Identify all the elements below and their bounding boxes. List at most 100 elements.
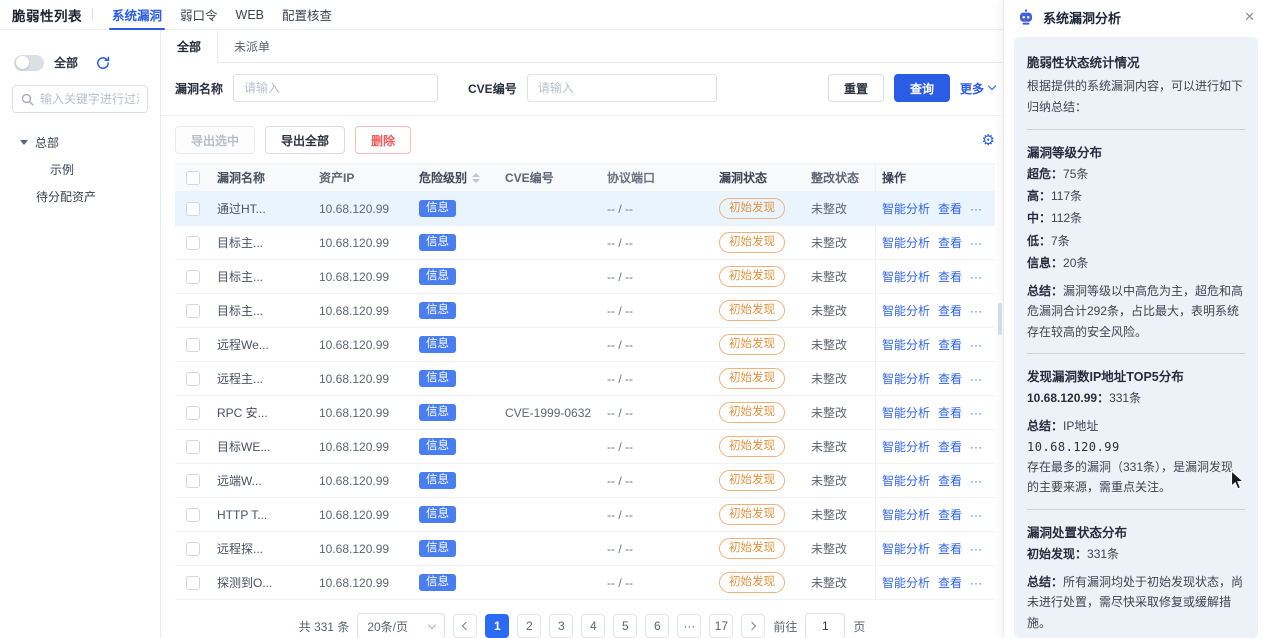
query-button[interactable]: 查询 — [894, 74, 950, 102]
table-row[interactable]: 远端W...10.68.120.99信息-- / --初始发现未整改智能分析查看… — [175, 464, 995, 498]
export-selected-button[interactable]: 导出选中 — [175, 126, 255, 154]
more-filters-link[interactable]: 更多 — [960, 80, 995, 97]
smart-analysis-link[interactable]: 智能分析 — [882, 302, 930, 319]
table-row[interactable]: 探测到O...10.68.120.99信息-- / --初始发现未整改智能分析查… — [175, 566, 995, 600]
page-size-select[interactable]: 20条/页 — [357, 613, 445, 638]
table-row[interactable]: 目标WE...10.68.120.99信息-- / --初始发现未整改智能分析查… — [175, 430, 995, 464]
scrollbar-thumb[interactable] — [998, 303, 1002, 335]
row-checkbox[interactable] — [186, 236, 200, 250]
view-link[interactable]: 查看 — [938, 200, 962, 217]
more-actions-icon[interactable]: ··· — [970, 202, 982, 216]
prev-page-button[interactable] — [453, 614, 477, 638]
row-checkbox[interactable] — [186, 542, 200, 556]
goto-page-input[interactable] — [805, 613, 845, 638]
table-row[interactable]: 通过HT...10.68.120.99信息-- / --初始发现未整改智能分析查… — [175, 192, 995, 226]
view-link[interactable]: 查看 — [938, 302, 962, 319]
more-actions-icon[interactable]: ··· — [970, 236, 982, 250]
row-checkbox[interactable] — [186, 372, 200, 386]
page-button-3[interactable]: 3 — [549, 614, 573, 638]
view-link[interactable]: 查看 — [938, 268, 962, 285]
page-button-17[interactable]: 17 — [709, 614, 733, 638]
nav-tab-弱口令[interactable]: 弱口令 — [171, 0, 227, 29]
tab-未派单[interactable]: 未派单 — [218, 30, 286, 62]
row-checkbox[interactable] — [186, 270, 200, 284]
smart-analysis-link[interactable]: 智能分析 — [882, 506, 930, 523]
row-checkbox[interactable] — [186, 338, 200, 352]
smart-analysis-link[interactable]: 智能分析 — [882, 234, 930, 251]
vuln-name-input[interactable] — [233, 74, 438, 102]
smart-analysis-link[interactable]: 智能分析 — [882, 540, 930, 557]
more-actions-icon[interactable]: ··· — [970, 508, 982, 522]
view-link[interactable]: 查看 — [938, 574, 962, 591]
tree-item-总部[interactable]: 总部 — [12, 129, 148, 156]
view-link[interactable]: 查看 — [938, 370, 962, 387]
more-actions-icon[interactable]: ··· — [970, 440, 982, 454]
severity-badge: 信息 — [419, 200, 456, 217]
delete-button[interactable]: 删除 — [355, 126, 411, 154]
row-checkbox[interactable] — [186, 406, 200, 420]
smart-analysis-link[interactable]: 智能分析 — [882, 472, 930, 489]
row-checkbox[interactable] — [186, 440, 200, 454]
nav-tab-配置核查[interactable]: 配置核查 — [273, 0, 341, 29]
smart-analysis-link[interactable]: 智能分析 — [882, 370, 930, 387]
row-checkbox[interactable] — [186, 202, 200, 216]
table-row[interactable]: 远程主...10.68.120.99信息-- / --初始发现未整改智能分析查看… — [175, 362, 995, 396]
smart-analysis-link[interactable]: 智能分析 — [882, 404, 930, 421]
table-row[interactable]: 目标主...10.68.120.99信息-- / --初始发现未整改智能分析查看… — [175, 294, 995, 328]
page-ellipsis[interactable]: ··· — [677, 614, 701, 638]
table-row[interactable]: 远程探...10.68.120.99信息-- / --初始发现未整改智能分析查看… — [175, 532, 995, 566]
sidebar-search-input[interactable] — [40, 92, 139, 106]
tree-item-示例[interactable]: 示例 — [12, 156, 148, 183]
view-link[interactable]: 查看 — [938, 336, 962, 353]
close-icon[interactable]: ✕ — [1244, 10, 1255, 25]
row-checkbox[interactable] — [186, 474, 200, 488]
view-link[interactable]: 查看 — [938, 438, 962, 455]
table-row[interactable]: 目标主...10.68.120.99信息-- / --初始发现未整改智能分析查看… — [175, 226, 995, 260]
view-link[interactable]: 查看 — [938, 506, 962, 523]
view-link[interactable]: 查看 — [938, 540, 962, 557]
row-checkbox[interactable] — [186, 304, 200, 318]
column-header-操作: 操作 — [875, 164, 995, 191]
more-actions-icon[interactable]: ··· — [970, 542, 982, 556]
port-cell: -- / -- — [601, 226, 713, 259]
page-button-4[interactable]: 4 — [581, 614, 605, 638]
page-button-5[interactable]: 5 — [613, 614, 637, 638]
nav-tab-WEB[interactable]: WEB — [227, 0, 273, 29]
export-all-button[interactable]: 导出全部 — [265, 126, 345, 154]
nav-tab-系统漏洞[interactable]: 系统漏洞 — [103, 0, 171, 29]
smart-analysis-link[interactable]: 智能分析 — [882, 574, 930, 591]
view-link[interactable]: 查看 — [938, 234, 962, 251]
next-page-button[interactable] — [741, 614, 765, 638]
more-actions-icon[interactable]: ··· — [970, 576, 982, 590]
view-link[interactable]: 查看 — [938, 404, 962, 421]
smart-analysis-link[interactable]: 智能分析 — [882, 336, 930, 353]
more-actions-icon[interactable]: ··· — [970, 406, 982, 420]
row-checkbox[interactable] — [186, 576, 200, 590]
page-button-2[interactable]: 2 — [517, 614, 541, 638]
tab-全部[interactable]: 全部 — [161, 30, 218, 63]
more-actions-icon[interactable]: ··· — [970, 372, 982, 386]
gear-icon[interactable]: ⚙ — [982, 133, 995, 148]
reset-button[interactable]: 重置 — [828, 74, 884, 102]
view-link[interactable]: 查看 — [938, 472, 962, 489]
smart-analysis-link[interactable]: 智能分析 — [882, 200, 930, 217]
table-row[interactable]: 远程We...10.68.120.99信息-- / --初始发现未整改智能分析查… — [175, 328, 995, 362]
table-row[interactable]: RPC 安...10.68.120.99信息CVE-1999-0632-- / … — [175, 396, 995, 430]
cve-input[interactable] — [527, 74, 717, 102]
table-row[interactable]: 目标主...10.68.120.99信息-- / --初始发现未整改智能分析查看… — [175, 260, 995, 294]
table-row[interactable]: HTTP T...10.68.120.99信息-- / --初始发现未整改智能分… — [175, 498, 995, 532]
select-all-checkbox[interactable] — [186, 171, 200, 185]
sort-icon[interactable] — [472, 173, 480, 183]
page-button-6[interactable]: 6 — [645, 614, 669, 638]
smart-analysis-link[interactable]: 智能分析 — [882, 268, 930, 285]
all-toggle[interactable] — [14, 55, 44, 71]
more-actions-icon[interactable]: ··· — [970, 270, 982, 284]
more-actions-icon[interactable]: ··· — [970, 338, 982, 352]
more-actions-icon[interactable]: ··· — [970, 304, 982, 318]
smart-analysis-link[interactable]: 智能分析 — [882, 438, 930, 455]
tree-item-待分配资产[interactable]: 待分配资产 — [12, 183, 148, 210]
row-checkbox[interactable] — [186, 508, 200, 522]
page-button-1[interactable]: 1 — [485, 614, 509, 638]
refresh-icon[interactable] — [96, 56, 110, 70]
more-actions-icon[interactable]: ··· — [970, 474, 982, 488]
